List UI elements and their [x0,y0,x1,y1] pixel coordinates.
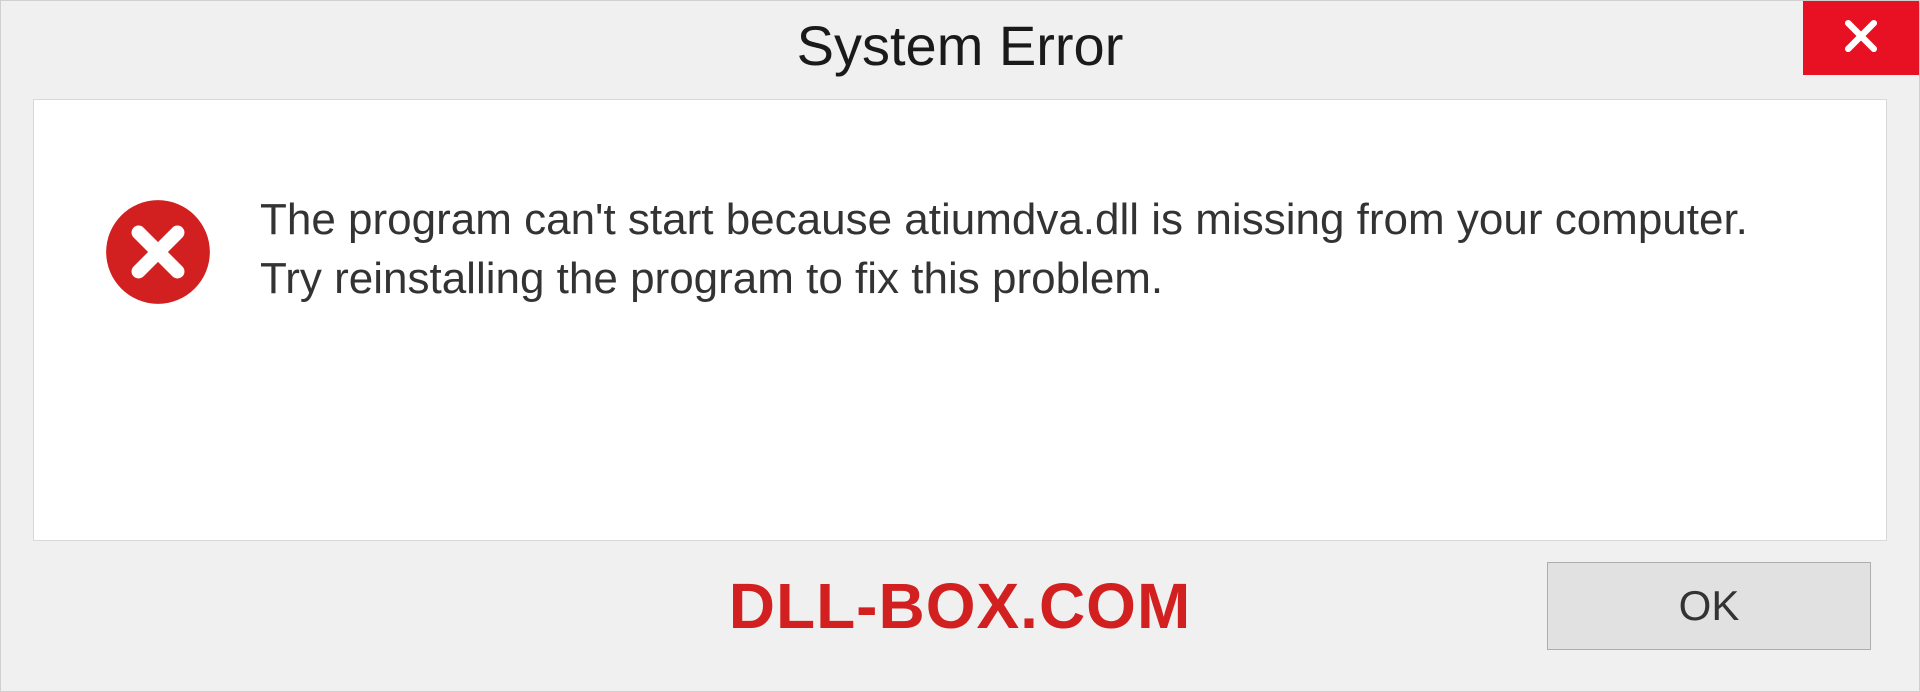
dialog-title: System Error [797,13,1124,78]
ok-button[interactable]: OK [1547,562,1871,650]
error-icon-wrapper [104,190,212,311]
titlebar: System Error [1,1,1919,99]
close-button[interactable] [1803,1,1919,75]
watermark-text: DLL-BOX.COM [729,569,1192,643]
dialog-content: The program can't start because atiumdva… [33,99,1887,541]
system-error-dialog: System Error The program can't start [0,0,1920,692]
dialog-footer: DLL-BOX.COM OK [1,541,1919,691]
error-circle-x-icon [104,293,212,310]
close-icon [1839,14,1883,63]
error-message: The program can't start because atiumdva… [260,190,1816,309]
